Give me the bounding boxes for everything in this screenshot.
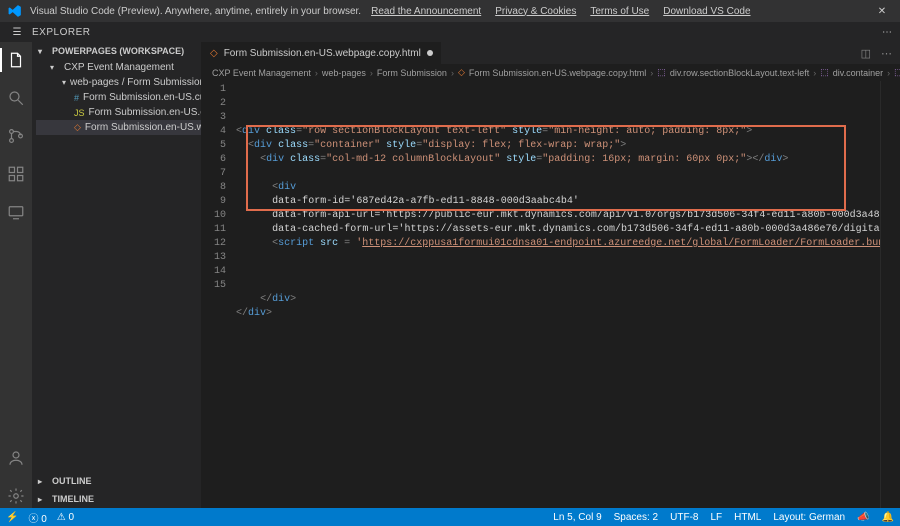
code-line[interactable]	[232, 251, 880, 265]
notifications-icon[interactable]: 🔔	[882, 512, 894, 523]
code-line[interactable]: <div class="row sectionBlockLayout text-…	[232, 125, 880, 139]
chevron-down-icon: ▾	[62, 78, 66, 87]
close-icon[interactable]: ✕	[872, 6, 892, 17]
code-line[interactable]	[232, 321, 880, 335]
tree-folder[interactable]: ▾ web-pages / Form Submission	[36, 75, 201, 90]
explorer-more-icon[interactable]: ⋯	[882, 27, 892, 38]
extensions-icon[interactable]	[4, 162, 28, 186]
status-eol[interactable]: LF	[710, 512, 722, 523]
status-bar: ⚡ ⓧ 0 ⚠ 0 Ln 5, Col 9 Spaces: 2 UTF-8 LF…	[0, 508, 900, 526]
split-editor-icon[interactable]: ◫	[861, 47, 871, 60]
timeline-label: TIMELINE	[52, 494, 94, 504]
chevron-down-icon: ▾	[50, 63, 60, 72]
status-encoding[interactable]: UTF-8	[670, 512, 698, 523]
code-editor[interactable]: 123456789101112131415 <div class="row se…	[202, 81, 900, 508]
link-announcement[interactable]: Read the Announcement	[371, 6, 481, 17]
tree-label: CXP Event Management	[64, 62, 174, 73]
sidebar: ▾ POWERPAGES (WORKSPACE) ▾ CXP Event Man…	[32, 42, 202, 508]
breadcrumb-part[interactable]: div.container	[833, 68, 883, 78]
code-line[interactable]: </div>	[232, 293, 880, 307]
search-icon[interactable]	[4, 86, 28, 110]
tree-label: web-pages / Form Submission	[70, 77, 201, 88]
symbol-icon: ⬚	[820, 67, 829, 78]
breadcrumb-part[interactable]: web-pages	[322, 68, 366, 78]
html-file-icon: ◇	[210, 48, 218, 59]
feedback-icon[interactable]: 📣	[857, 512, 869, 523]
status-ln-col[interactable]: Ln 5, Col 9	[553, 512, 601, 523]
symbol-icon: ⬚	[657, 67, 666, 78]
status-errors[interactable]: ⓧ 0	[28, 510, 46, 525]
title-bar: Visual Studio Code (Preview). Anywhere, …	[0, 0, 900, 22]
breadcrumb-part[interactable]: Form Submission.en-US.webpage.copy.html	[469, 68, 646, 78]
symbol-icon: ⬚	[894, 67, 900, 78]
account-icon[interactable]	[4, 446, 28, 470]
vscode-logo-icon	[8, 4, 22, 18]
status-spaces[interactable]: Spaces: 2	[614, 512, 658, 523]
more-actions-icon[interactable]: ⋯	[881, 47, 892, 60]
tab-actions: ◫ ⋯	[853, 42, 900, 64]
explorer-icon[interactable]	[4, 48, 28, 72]
activity-bar	[0, 42, 32, 508]
remote-indicator-icon[interactable]: ⚡	[6, 512, 18, 523]
breadcrumb[interactable]: CXP Event Management› web-pages› Form Su…	[202, 64, 900, 81]
code-line[interactable]: <div class="col-md-12 columnBlockLayout"…	[232, 153, 880, 167]
breadcrumb-part[interactable]: CXP Event Management	[212, 68, 311, 78]
editor-tab[interactable]: ◇ Form Submission.en-US.webpage.copy.htm…	[202, 42, 442, 64]
outline-label: OUTLINE	[52, 476, 92, 486]
breadcrumb-part[interactable]: Form Submission	[377, 68, 447, 78]
status-language[interactable]: HTML	[734, 512, 761, 523]
link-privacy[interactable]: Privacy & Cookies	[495, 6, 576, 17]
workspace-header[interactable]: ▾ POWERPAGES (WORKSPACE)	[32, 42, 201, 60]
tree-label: Form Submission.en-US.webpage.copy....	[85, 122, 201, 133]
js-file-icon: JS	[74, 108, 85, 118]
minimap[interactable]	[880, 81, 900, 508]
title-text: Visual Studio Code (Preview). Anywhere, …	[30, 6, 361, 17]
explorer-label: EXPLORER	[32, 27, 90, 38]
chevron-down-icon: ▾	[38, 47, 48, 56]
html-file-icon: ◇	[74, 122, 81, 133]
editor-area: ◇ Form Submission.en-US.webpage.copy.htm…	[202, 42, 900, 508]
tree-file-js[interactable]: JS Form Submission.en-US.customjs.js	[36, 105, 201, 120]
chevron-right-icon: ▸	[38, 495, 48, 504]
tree-label: Form Submission.en-US.customjs.js	[89, 107, 201, 118]
code-content[interactable]: <div class="row sectionBlockLayout text-…	[232, 81, 880, 508]
remote-icon[interactable]	[4, 200, 28, 224]
file-tree: ▾ CXP Event Management ▾ web-pages / For…	[32, 60, 201, 135]
status-warnings[interactable]: ⚠ 0	[57, 512, 74, 523]
code-line[interactable]: <script src = 'https://cxppusa1formui01c…	[232, 237, 880, 251]
main-area: ▾ POWERPAGES (WORKSPACE) ▾ CXP Event Man…	[0, 42, 900, 508]
settings-gear-icon[interactable]	[4, 484, 28, 508]
code-line[interactable]: <div	[232, 181, 880, 195]
code-line[interactable]: </div>	[232, 307, 880, 321]
title-links: Read the Announcement Privacy & Cookies …	[371, 6, 750, 17]
tree-file-css[interactable]: # Form Submission.en-US.customcss.css	[36, 90, 201, 105]
outline-header[interactable]: ▸ OUTLINE	[32, 472, 201, 490]
timeline-header[interactable]: ▸ TIMELINE	[32, 490, 201, 508]
tab-label: Form Submission.en-US.webpage.copy.html	[224, 48, 421, 59]
breadcrumb-part[interactable]: div.row.sectionBlockLayout.text-left	[670, 68, 809, 78]
code-line[interactable]: data-cached-form-url='https://assets-eur…	[232, 223, 880, 237]
line-gutter: 123456789101112131415	[202, 81, 232, 508]
status-layout[interactable]: Layout: German	[773, 512, 845, 523]
tree-label: Form Submission.en-US.customcss.css	[83, 92, 201, 103]
tab-bar: ◇ Form Submission.en-US.webpage.copy.htm…	[202, 42, 900, 64]
code-line[interactable]: <div class="container" style="display: f…	[232, 139, 880, 153]
workspace-label: POWERPAGES (WORKSPACE)	[52, 46, 184, 56]
menu-icon[interactable]: ☰	[8, 27, 26, 38]
source-control-icon[interactable]	[4, 124, 28, 148]
code-line[interactable]	[232, 167, 880, 181]
tree-file-html[interactable]: ◇ Form Submission.en-US.webpage.copy....	[36, 120, 201, 135]
link-download[interactable]: Download VS Code	[663, 6, 750, 17]
chevron-right-icon: ▸	[38, 477, 48, 486]
html-file-icon: ◇	[458, 67, 465, 78]
code-line[interactable]	[232, 279, 880, 293]
code-line[interactable]: data-form-id='687ed42a-a7fb-ed11-8848-00…	[232, 195, 880, 209]
tree-folder[interactable]: ▾ CXP Event Management	[36, 60, 201, 75]
css-file-icon: #	[74, 93, 79, 103]
dirty-indicator-icon	[427, 50, 433, 56]
link-terms[interactable]: Terms of Use	[590, 6, 649, 17]
code-line[interactable]	[232, 265, 880, 279]
menu-bar: ☰ EXPLORER ⋯	[0, 22, 900, 42]
code-line[interactable]: data-form-api-url='https://public-eur.mk…	[232, 209, 880, 223]
